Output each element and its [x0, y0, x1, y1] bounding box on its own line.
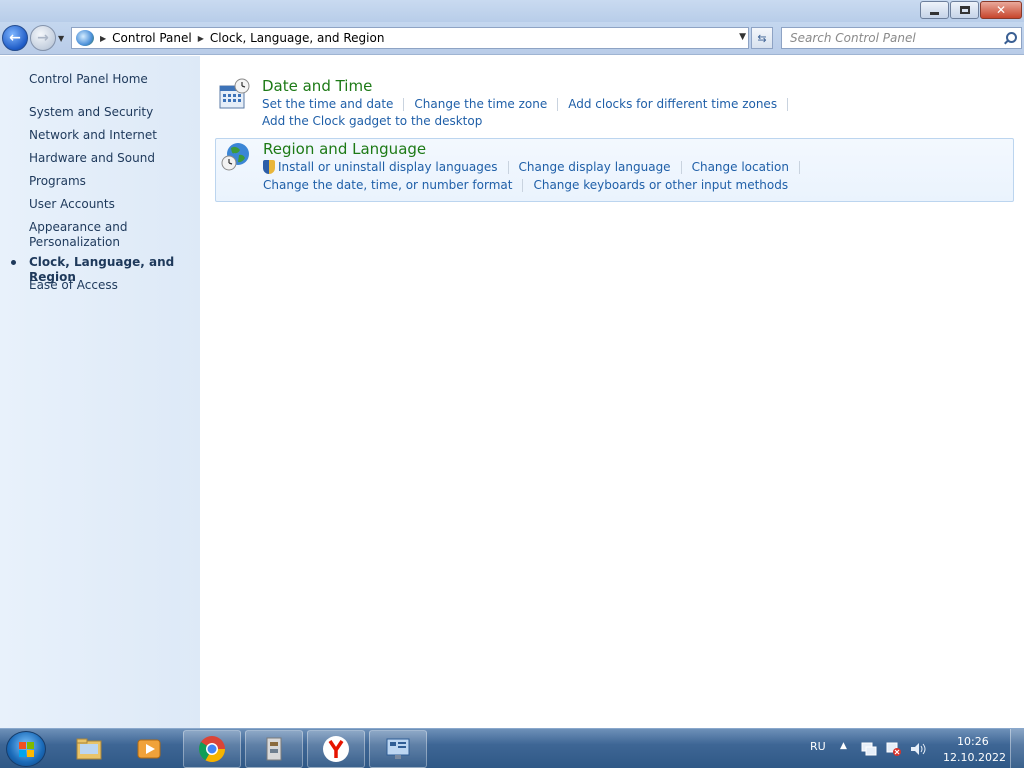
globe-clock-icon [221, 143, 249, 171]
archive-icon [266, 737, 282, 761]
category-title-date-time[interactable]: Date and Time [262, 77, 372, 95]
main-content: Date and Time Set the time and date Chan… [200, 56, 1024, 728]
recent-pages-button[interactable]: ▼ [58, 34, 64, 43]
sidebar-item-hardware-sound[interactable]: Hardware and Sound [29, 151, 155, 166]
window-titlebar[interactable]: ✕ [0, 0, 1024, 22]
category-region-language: Region and Language Install or uninstall… [215, 138, 1014, 202]
link-install-uninstall-languages[interactable]: Install or uninstall display languages [278, 160, 498, 174]
minimize-icon [930, 11, 939, 15]
link-change-time-zone[interactable]: Change the time zone [414, 97, 547, 111]
forward-button[interactable]: → [30, 25, 56, 51]
sidebar-item-system-security[interactable]: System and Security [29, 105, 153, 120]
taskbar-chrome[interactable] [183, 730, 241, 768]
control-panel-icon [76, 30, 94, 46]
sidebar-item-programs[interactable]: Programs [29, 174, 86, 189]
show-desktop-button[interactable] [1010, 729, 1024, 768]
windows-logo-icon [19, 742, 35, 758]
folder-icon [76, 738, 102, 760]
breadcrumb-separator-icon[interactable]: ▶ [100, 34, 106, 43]
link-change-date-time-format[interactable]: Change the date, time, or number format [263, 178, 512, 192]
yandex-icon [323, 736, 349, 762]
taskbar-control-panel[interactable] [369, 730, 427, 768]
sidebar-item-ease-of-access[interactable]: Ease of Access [29, 278, 118, 293]
active-bullet-icon [11, 260, 16, 265]
taskbar: RU ▲ 10:26 12.10.2022 [0, 728, 1024, 768]
region-language-links-row1: Install or uninstall display languages C… [263, 160, 810, 174]
close-button[interactable]: ✕ [980, 1, 1022, 19]
volume-icon[interactable] [910, 741, 926, 757]
taskbar-archive[interactable] [245, 730, 303, 768]
category-date-time: Date and Time Set the time and date Chan… [215, 76, 1014, 131]
link-change-keyboards[interactable]: Change keyboards or other input methods [533, 178, 788, 192]
clock-time[interactable]: 10:26 [957, 735, 989, 748]
restore-icon [959, 6, 970, 14]
link-separator [680, 160, 682, 174]
link-separator [787, 97, 789, 111]
region-language-links-row2: Change the date, time, or number format … [263, 178, 788, 192]
link-separator [522, 178, 524, 192]
sidebar-item-appearance[interactable]: Appearance and Personalization [29, 220, 139, 250]
taskbar-explorer[interactable] [60, 730, 118, 768]
link-separator [557, 97, 559, 111]
breadcrumb-clock-language-region[interactable]: Clock, Language, and Region [210, 31, 385, 45]
link-separator [798, 160, 800, 174]
restore-button[interactable] [950, 1, 979, 19]
navigation-bar: ← → ▼ ▶ Control Panel ▶ Clock, Language,… [0, 22, 1024, 55]
uac-shield-icon [263, 160, 275, 174]
search-placeholder: Search Control Panel [790, 31, 916, 45]
start-button[interactable] [6, 731, 46, 767]
link-separator [403, 97, 405, 111]
link-set-time-date[interactable]: Set the time and date [262, 97, 393, 111]
date-time-links-row1: Set the time and date Change the time zo… [262, 97, 798, 111]
language-indicator[interactable]: RU [810, 740, 826, 753]
link-change-location[interactable]: Change location [692, 160, 789, 174]
show-hidden-icons-icon[interactable]: ▲ [840, 741, 847, 751]
forward-arrow-icon: → [37, 30, 49, 46]
address-bar[interactable]: ▶ Control Panel ▶ Clock, Language, and R… [71, 27, 749, 49]
link-add-clock-gadget[interactable]: Add the Clock gadget to the desktop [262, 114, 482, 128]
back-arrow-icon: ← [9, 30, 21, 46]
sidebar-item-network-internet[interactable]: Network and Internet [29, 128, 157, 143]
sidebar-item-user-accounts[interactable]: User Accounts [29, 197, 115, 212]
breadcrumb-separator-icon[interactable]: ▶ [198, 34, 204, 43]
date-time-links-row2: Add the Clock gadget to the desktop [262, 114, 482, 128]
link-change-display-language[interactable]: Change display language [519, 160, 671, 174]
media-player-icon [137, 739, 161, 759]
refresh-icon: ⇆ [757, 31, 767, 45]
category-title-region-language[interactable]: Region and Language [263, 140, 426, 158]
link-separator [507, 160, 509, 174]
search-input[interactable]: Search Control Panel [781, 27, 1022, 49]
search-icon[interactable] [1004, 32, 1017, 44]
back-button[interactable]: ← [2, 25, 28, 51]
breadcrumb-control-panel[interactable]: Control Panel [112, 31, 192, 45]
network-disconnected-icon[interactable] [886, 741, 902, 757]
left-nav-pane: Control Panel Home System and Security N… [0, 56, 200, 728]
sidebar-item-control-panel-home[interactable]: Control Panel Home [29, 72, 148, 87]
link-add-clocks[interactable]: Add clocks for different time zones [568, 97, 777, 111]
close-icon: ✕ [995, 3, 1007, 17]
taskbar-yandex[interactable] [307, 730, 365, 768]
action-center-icon[interactable] [861, 741, 877, 757]
clock-date[interactable]: 12.10.2022 [943, 751, 1006, 764]
minimize-button[interactable] [920, 1, 949, 19]
taskbar-media-player[interactable] [120, 730, 178, 768]
refresh-button[interactable]: ⇆ [751, 27, 773, 49]
chrome-icon [198, 736, 226, 763]
address-dropdown-icon[interactable]: ▼ [739, 32, 746, 42]
calendar-clock-icon [219, 78, 250, 109]
control-panel-icon [386, 738, 410, 759]
caption-buttons: ✕ [919, 1, 1022, 19]
